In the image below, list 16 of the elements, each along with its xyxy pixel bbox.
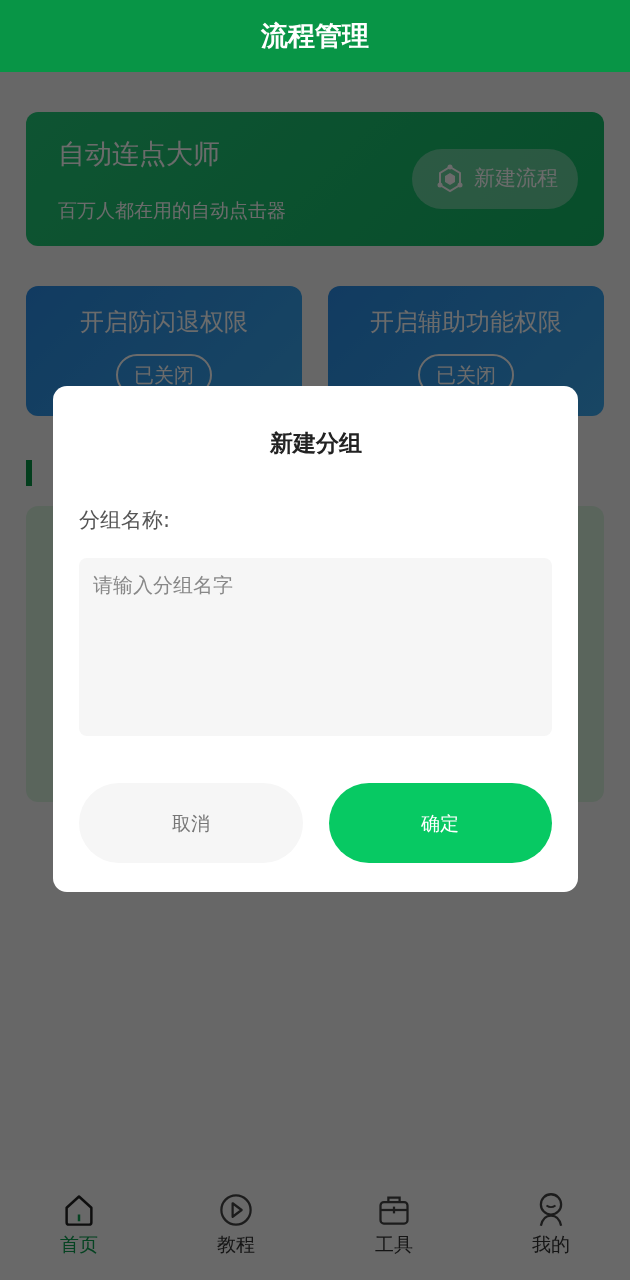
page-title: 流程管理 <box>261 18 369 53</box>
dialog-title: 新建分组 <box>268 429 363 458</box>
banner-title: 自动连点大师 <box>58 136 221 171</box>
nav-tab[interactable]: 首页 <box>0 1170 158 1280</box>
group-name-field[interactable]: 请输入分组名字 <box>79 558 552 736</box>
confirm-button[interactable]: 确定 <box>328 783 552 863</box>
permission-title: 开启防闪退权限 <box>79 307 249 338</box>
section-marker <box>26 460 32 486</box>
field-label: 分组名称: <box>79 506 172 534</box>
cancel-button[interactable]: 取消 <box>79 783 303 863</box>
banner-subtitle: 百万人都在用的自动点击器 <box>58 198 286 223</box>
nav-tab[interactable]: 教程 <box>157 1170 315 1280</box>
nav-tab[interactable]: 工具 <box>315 1170 473 1280</box>
permission-title: 开启辅助功能权限 <box>369 307 563 338</box>
play-icon <box>218 1191 255 1228</box>
nav-tab[interactable]: 我的 <box>472 1170 630 1280</box>
